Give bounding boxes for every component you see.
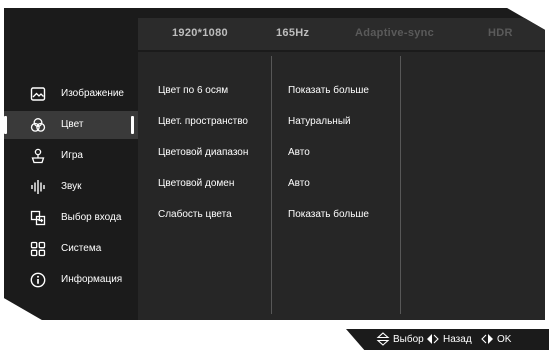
- setting-value[interactable]: Показать больше: [288, 209, 369, 220]
- refresh-rate-text: 165Hz: [276, 27, 310, 39]
- image-icon: [30, 87, 46, 101]
- ok-hint-label: OK: [497, 334, 512, 345]
- resolution-text: 1920*1080: [172, 27, 228, 39]
- setting-value[interactable]: Показать больше: [288, 85, 369, 96]
- back-hint-label: Назад: [443, 334, 472, 345]
- menu-item-label: Выбор входа: [61, 212, 122, 223]
- menu-item-input-select[interactable]: Выбор входа: [4, 204, 138, 232]
- back-arrow-icon: [427, 334, 439, 344]
- menu-item-sound[interactable]: Звук: [4, 173, 138, 201]
- menu-item-label: Информация: [61, 274, 123, 285]
- setting-value[interactable]: Натуральный: [288, 116, 351, 127]
- menu-item-label: Изображение: [61, 88, 124, 99]
- system-icon: [30, 241, 46, 257]
- menu-item-label: Игра: [61, 150, 83, 161]
- menu-item-system[interactable]: Система: [4, 235, 138, 263]
- menu-item-image[interactable]: Изображение: [4, 80, 138, 108]
- menu-item-color[interactable]: Цвет: [4, 111, 138, 139]
- menu-item-label: Звук: [61, 181, 82, 192]
- menu-item-game[interactable]: Игра: [4, 142, 138, 170]
- menu-item-label: Цвет: [61, 119, 84, 130]
- ok-arrow-icon: [481, 334, 493, 344]
- setting-name[interactable]: Цветовой домен: [158, 178, 234, 189]
- adaptive-sync-text: Adaptive-sync: [355, 27, 435, 39]
- select-hint-label: Выбор: [393, 334, 424, 345]
- hdr-text: HDR: [488, 27, 513, 39]
- color-icon: [30, 118, 46, 132]
- control-hint-bar: Выбор Назад OK: [346, 329, 549, 350]
- status-bar: 1920*1080 165Hz Adaptive-sync HDR: [138, 18, 545, 50]
- up-down-arrows-icon: [376, 332, 390, 346]
- setting-name[interactable]: Цветовой диапазон: [158, 147, 248, 158]
- setting-value[interactable]: Авто: [288, 147, 310, 158]
- setting-name[interactable]: Слабость цвета: [158, 209, 232, 220]
- selection-indicator-right: [131, 116, 134, 134]
- input-icon: [30, 210, 46, 226]
- column-divider: [400, 56, 401, 314]
- osd-menu-window: 1920*1080 165Hz Adaptive-sync HDR Изобра…: [4, 8, 545, 320]
- setting-name[interactable]: Цвет. пространство: [158, 116, 248, 127]
- column-divider: [271, 56, 272, 314]
- selection-indicator-left: [4, 116, 7, 134]
- info-icon: [30, 272, 46, 288]
- setting-name[interactable]: Цвет по 6 осям: [158, 85, 228, 96]
- settings-panel: Цвет по 6 осям Цвет. пространство Цветов…: [138, 52, 545, 320]
- setting-value[interactable]: Авто: [288, 178, 310, 189]
- menu-item-label: Система: [61, 243, 102, 254]
- game-icon: [31, 148, 45, 164]
- menu-item-info[interactable]: Информация: [4, 266, 138, 294]
- sound-icon: [31, 180, 45, 194]
